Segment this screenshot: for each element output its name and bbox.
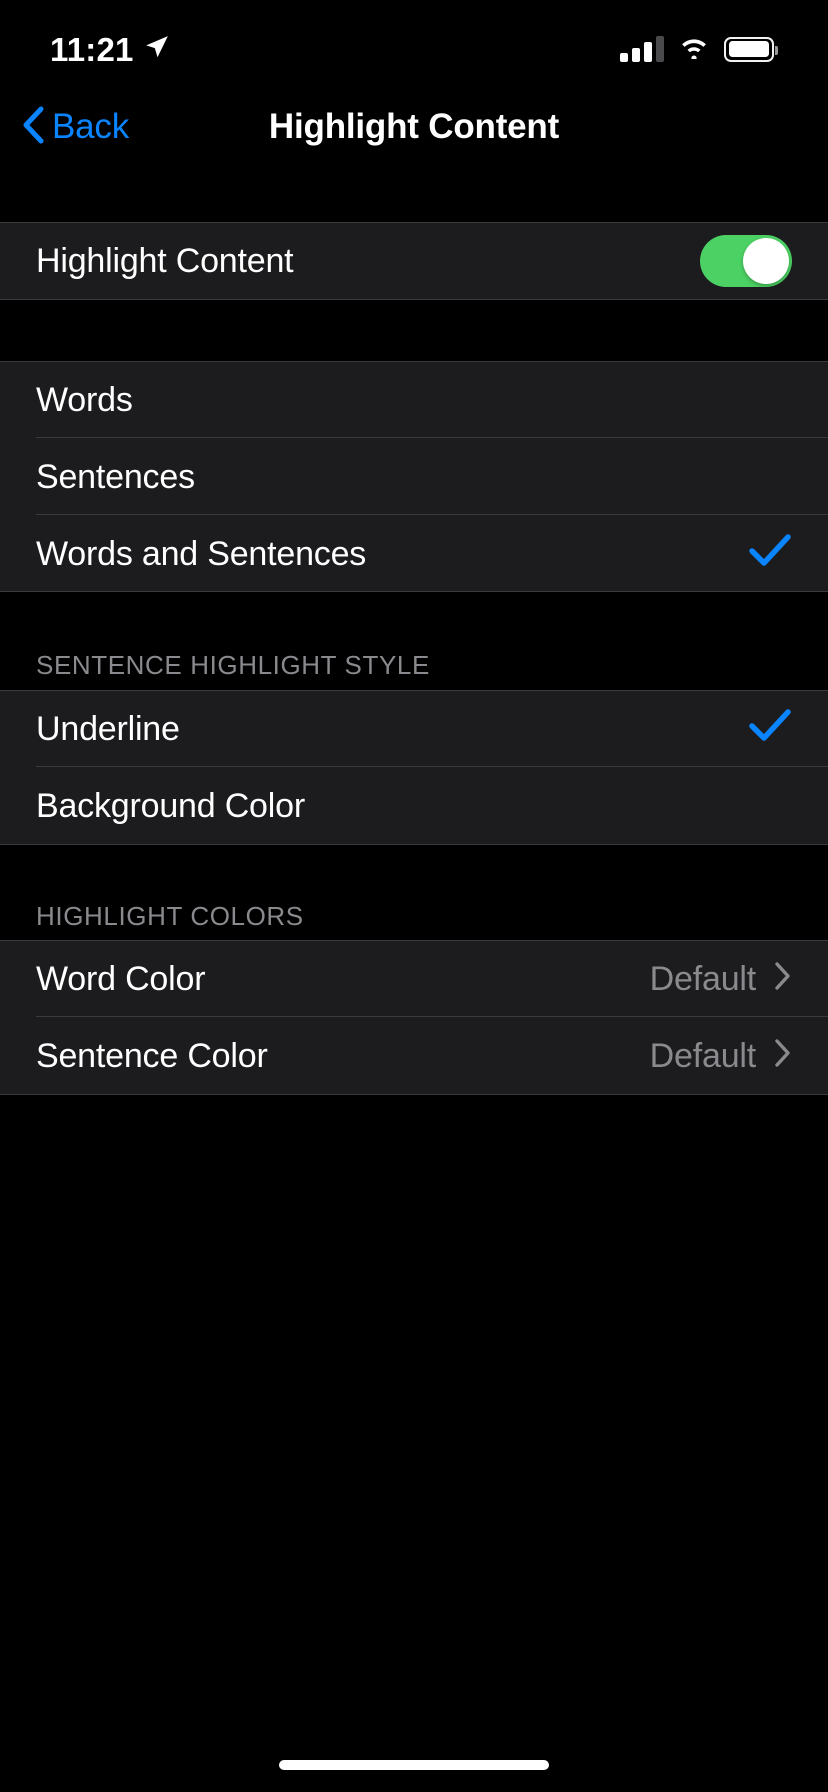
row-sentence-color[interactable]: Sentence Color Default [0,1017,828,1094]
navigation-bar: Back Highlight Content [0,88,828,166]
toggle-knob [743,238,789,284]
section-header-sentence-highlight-style: Sentence Highlight Style [36,650,430,680]
option-row-sentences[interactable]: Sentences [0,438,828,515]
row-label-highlight-content: Highlight Content [36,242,294,280]
option-row-words[interactable]: Words [0,361,828,438]
highlight-mode-section: Words Sentences Words and Sentences [0,361,828,592]
row-value-sentence-color: Default [649,1036,757,1075]
status-bar-right [620,25,778,64]
option-row-underline[interactable]: Underline [0,690,828,767]
option-label-words: Words [36,380,133,419]
status-bar-left: 11:21 [50,23,170,66]
page-title: Highlight Content [268,107,560,146]
option-label-words-and-sentences: Words and Sentences [36,534,367,573]
row-word-color[interactable]: Word Color Default [0,940,828,1017]
status-bar-clock: 11:21 [50,30,134,68]
location-arrow-icon [144,34,170,65]
checkmark-icon [748,533,792,574]
status-bar: 11:21 [0,0,828,88]
option-row-words-and-sentences[interactable]: Words and Sentences [0,515,828,592]
option-label-background-color: Background Color [36,786,305,825]
option-label-sentences: Sentences [36,457,195,496]
highlight-content-toggle-section: Highlight Content [0,222,828,300]
cellular-signal-icon [620,36,664,62]
battery-icon [724,36,778,62]
chevron-right-icon [774,961,792,996]
highlight-content-toggle[interactable] [700,235,792,287]
highlight-colors-section: Word Color Default Sentence Color Defaul… [0,940,828,1095]
iphone-screen: 11:21 Back Highlight Content Highlight C… [0,0,828,1792]
wifi-icon [678,35,710,64]
sentence-highlight-style-section: Underline Background Color [0,690,828,845]
row-label-sentence-color: Sentence Color [36,1036,268,1075]
option-row-background-color[interactable]: Background Color [0,767,828,844]
option-label-underline: Underline [36,709,180,748]
chevron-right-icon [774,1038,792,1073]
row-value-word-color: Default [649,959,757,998]
row-highlight-content[interactable]: Highlight Content [0,222,828,300]
checkmark-icon [748,708,792,749]
row-label-word-color: Word Color [36,959,206,998]
section-header-highlight-colors: Highlight Colors [36,901,304,931]
home-indicator[interactable] [279,1760,549,1770]
